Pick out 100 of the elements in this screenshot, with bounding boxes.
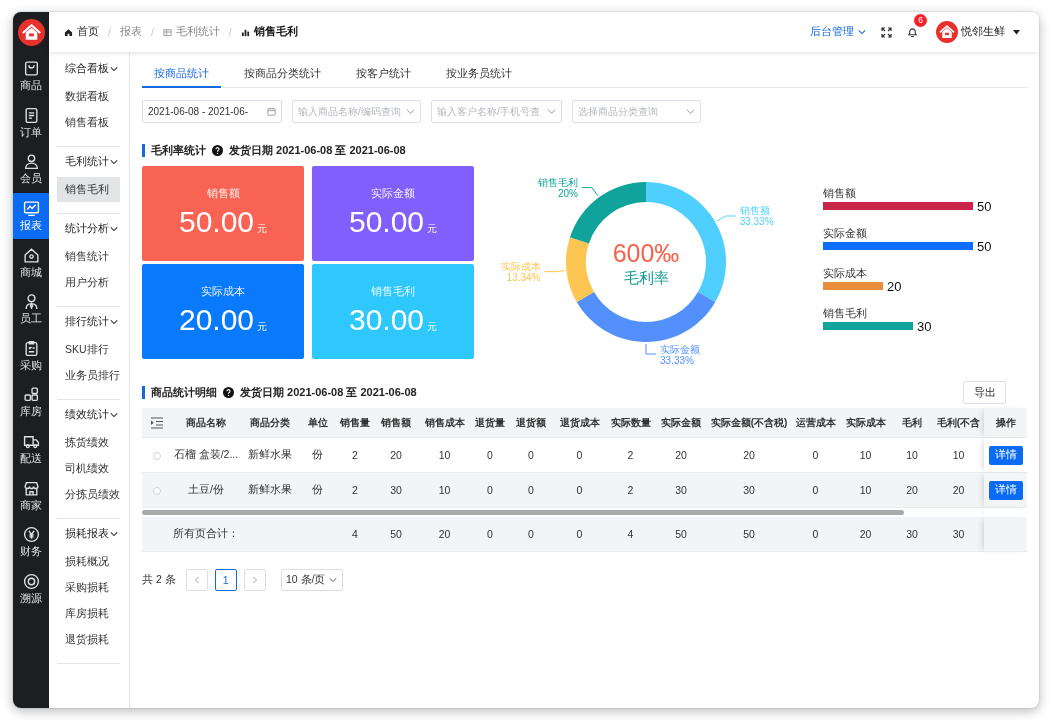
page-size-select[interactable]: 10 条/页: [280, 569, 343, 591]
column-header: 运营成本: [791, 408, 840, 438]
date-range-field[interactable]: 2021-06-08 - 2021-06-: [142, 100, 282, 123]
nav-rail-item[interactable]: 财务: [13, 518, 49, 566]
nav-rail-item[interactable]: 会员: [13, 146, 49, 193]
select-field[interactable]: 输入客户名称/手机号查: [431, 100, 562, 123]
column-header: 实际成本: [840, 408, 891, 438]
nav-rail-item[interactable]: 配送: [13, 425, 49, 473]
select-field[interactable]: 选择商品分类查询: [572, 100, 701, 123]
yen-icon: [22, 526, 40, 544]
tab[interactable]: 按商品分类统计: [232, 62, 333, 88]
column-header: 退货额: [509, 408, 553, 438]
submenu-item[interactable]: 损耗概况: [57, 549, 120, 574]
menu-group-header[interactable]: 统计分析: [57, 215, 120, 243]
help-icon[interactable]: [212, 144, 223, 156]
section-title: 商品统计明细: [151, 385, 217, 400]
table-cell: 0: [509, 517, 553, 552]
ratio-label: 毛利率: [623, 269, 669, 286]
chevron-left-icon: [192, 576, 201, 584]
help-icon[interactable]: [223, 387, 234, 398]
breadcrumb-link[interactable]: 销售毛利: [240, 25, 298, 39]
table-cell: 10: [840, 473, 891, 508]
menu-group-header[interactable]: 排行统计: [57, 308, 120, 336]
table-icon: [162, 27, 172, 37]
section-subtitle: 发货日期 2021-06-08 至 2021-06-08: [240, 385, 417, 400]
list-icon[interactable]: [149, 416, 164, 429]
submenu-item[interactable]: 拣货绩效: [57, 430, 120, 455]
shop-icon: [22, 479, 40, 497]
nav-rail-item[interactable]: 商城: [13, 239, 49, 286]
details-button[interactable]: 详情: [988, 480, 1023, 500]
chart-monitor-icon: [22, 200, 40, 218]
slice-percent: 33.33%: [739, 216, 774, 228]
nav-rail-item[interactable]: 商品: [13, 53, 49, 100]
column-header: 操作: [984, 408, 1027, 438]
section-title: 毛利率统计: [151, 142, 206, 158]
section-subtitle: 发货日期 2021-06-08 至 2021-06-08: [229, 142, 406, 158]
accent-bar-icon: [142, 386, 145, 399]
table-cell: 土豆/份: [171, 473, 241, 508]
menu-group-header[interactable]: 综合看板: [57, 55, 120, 83]
column-header: 商品名称: [171, 408, 241, 438]
admin-menu-button[interactable]: 后台管理: [810, 25, 866, 39]
nav-rail-item[interactable]: 溯源: [13, 565, 49, 613]
slice-label: 销售额: [739, 205, 770, 217]
submenu-item[interactable]: SKU排行: [57, 337, 120, 362]
column-header: 实际金额: [655, 408, 707, 438]
select-field[interactable]: 输入商品名称/编码查询: [292, 100, 421, 123]
user-menu[interactable]: 悦邻生鲜: [936, 21, 1020, 43]
leader-line: [544, 270, 565, 273]
export-button[interactable]: 导出: [963, 381, 1006, 404]
bar-label: 销售毛利: [823, 307, 867, 319]
submenu-item[interactable]: 业务员排行: [57, 363, 120, 388]
fullscreen-icon[interactable]: [881, 26, 892, 38]
page-button[interactable]: 1: [214, 569, 237, 591]
nav-rail-item[interactable]: 订单: [13, 99, 49, 147]
nav-rail-item[interactable]: 库房: [13, 379, 49, 426]
nav-rail-item[interactable]: 商家: [13, 472, 49, 519]
tab[interactable]: 按客户统计: [344, 62, 423, 88]
table-cell: 4: [606, 517, 655, 552]
breadcrumb-link[interactable]: 报表: [119, 25, 142, 39]
table-cell: 20: [840, 517, 891, 552]
nav-rail-item[interactable]: 员工: [13, 285, 49, 333]
table-row[interactable]: 土豆/份 新鲜水果 份 2 30 10 0 0 0 2 30 30 0 10 20 20 详情: [142, 473, 1027, 508]
submenu-item[interactable]: 退货损耗: [57, 627, 120, 652]
submenu-item[interactable]: 销售统计: [57, 244, 120, 269]
nav-rail-item[interactable]: 采购: [13, 332, 49, 380]
bag-icon: [22, 60, 40, 78]
table-cell: 10: [418, 473, 471, 508]
notification-badge: 6: [914, 13, 927, 27]
clipboard-icon: [22, 339, 40, 357]
row-radio[interactable]: [152, 487, 161, 496]
column-header: 单位: [299, 408, 336, 438]
table-cell: 50: [655, 517, 707, 552]
target-icon: [22, 572, 40, 590]
bell-icon[interactable]: [907, 26, 918, 38]
bar-value: 50: [977, 199, 992, 214]
tab[interactable]: 按业务员统计: [434, 62, 524, 88]
nav-rail-item[interactable]: 报表: [13, 192, 49, 240]
avatar-icon: [936, 21, 958, 43]
submenu-item[interactable]: 库房损耗: [57, 601, 120, 626]
menu-group-header[interactable]: 毛利统计: [57, 148, 120, 176]
details-button[interactable]: 详情: [988, 445, 1023, 465]
card-unit: 元: [257, 222, 268, 236]
menu-group-header[interactable]: 绩效统计: [57, 401, 120, 429]
submenu-item[interactable]: 司机绩效: [57, 456, 120, 481]
menu-group-header[interactable]: 损耗报表: [57, 520, 120, 548]
tab[interactable]: 按商品统计: [142, 62, 221, 88]
submenu-item[interactable]: 销售毛利: [57, 177, 120, 202]
chevron-down-icon: [858, 28, 866, 36]
submenu-item[interactable]: 销售看板: [57, 110, 120, 135]
horizontal-scrollbar[interactable]: [142, 510, 904, 515]
breadcrumb-link[interactable]: 毛利统计: [162, 25, 220, 39]
submenu-item[interactable]: 采购损耗: [57, 575, 120, 600]
submenu-item[interactable]: 数据看板: [57, 84, 120, 109]
submenu-item[interactable]: 用户分析: [57, 270, 120, 295]
row-radio[interactable]: [152, 452, 161, 461]
table-cell: 0: [509, 473, 553, 508]
column-header: 实际金额(不含税): [707, 408, 791, 438]
breadcrumb-link[interactable]: 首页: [64, 25, 99, 39]
chevron-down-icon: [547, 107, 556, 116]
submenu-item[interactable]: 分拣员绩效: [57, 482, 120, 507]
